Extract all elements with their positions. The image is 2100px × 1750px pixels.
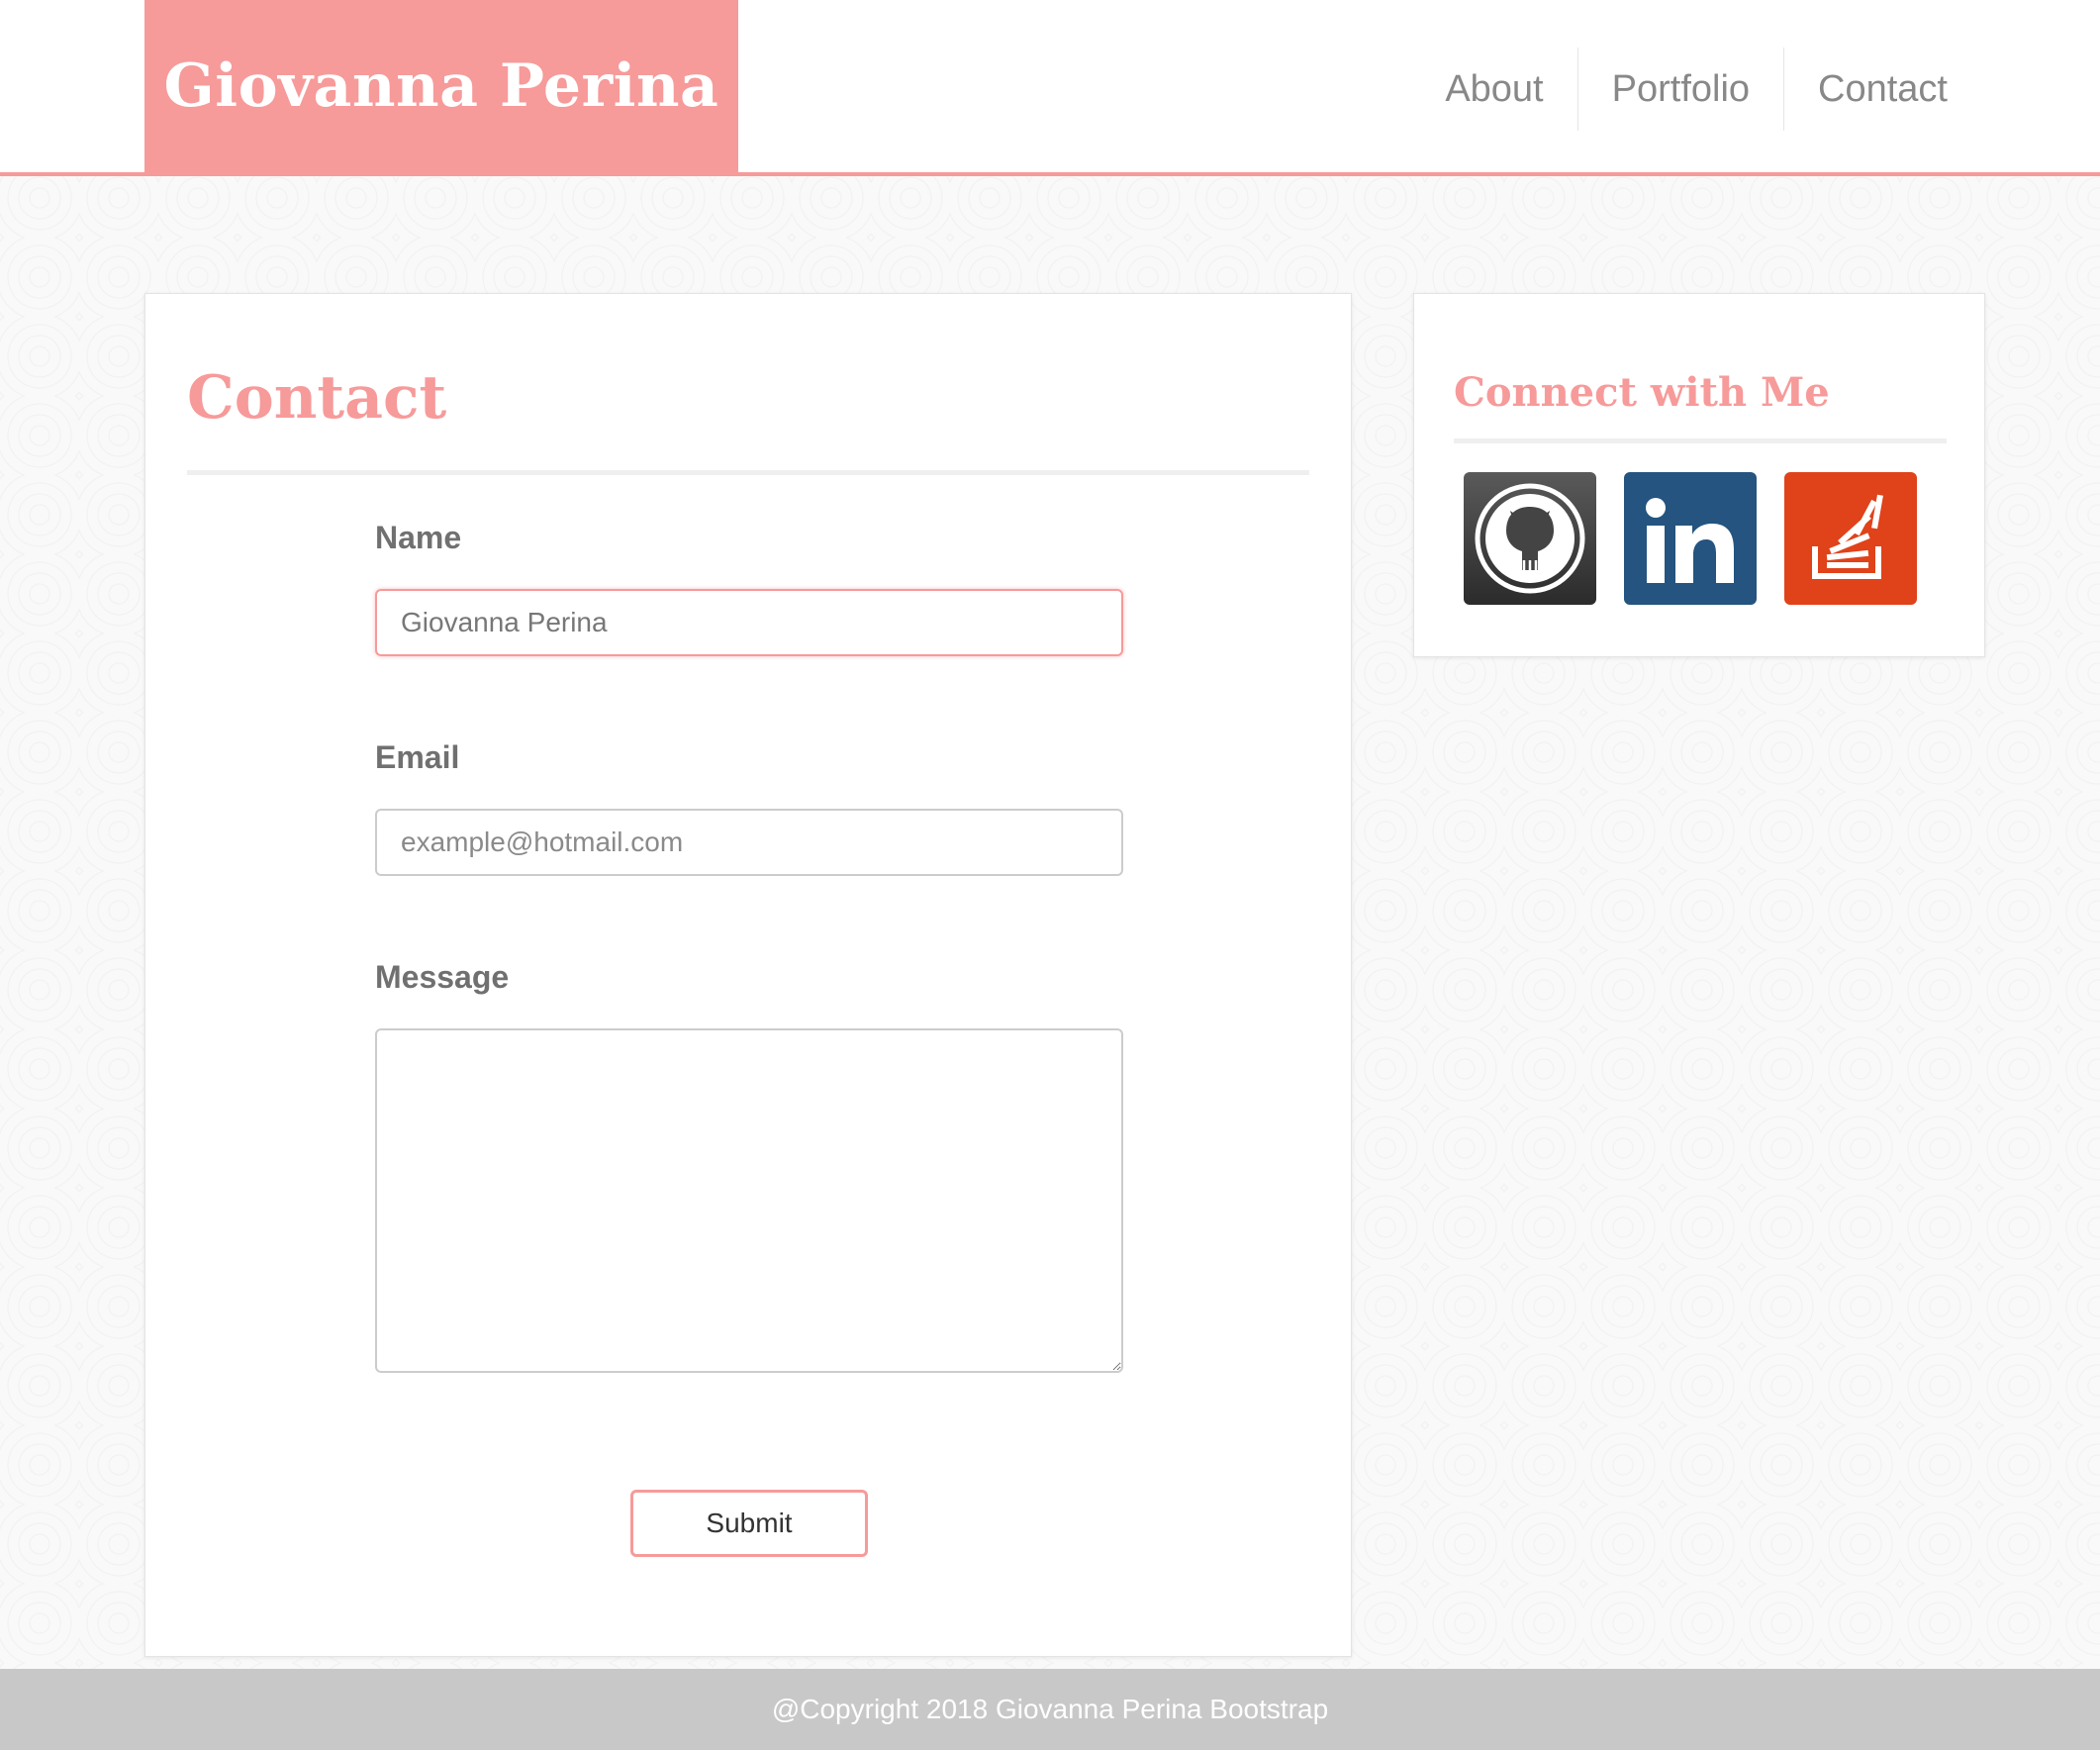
copyright-text: @Copyright 2018 Giovanna Perina Bootstra… <box>771 1694 1329 1724</box>
name-field[interactable] <box>375 589 1123 656</box>
contact-card: Contact Name Email Message Submit <box>144 293 1352 1657</box>
stackoverflow-icon <box>1812 494 1883 579</box>
connect-title: Connect with Me <box>1454 369 1830 416</box>
main-nav: About Portfolio Contact <box>1411 48 1981 131</box>
contact-title: Contact <box>187 363 447 433</box>
site-footer: @Copyright 2018 Giovanna Perina Bootstra… <box>0 1669 2100 1750</box>
nav-link-portfolio[interactable]: Portfolio <box>1578 48 1785 131</box>
submit-button[interactable]: Submit <box>630 1490 868 1557</box>
github-icon <box>1475 483 1585 594</box>
site-header: Giovanna Perina About Portfolio Contact <box>0 0 2100 176</box>
linkedin-link[interactable] <box>1624 472 1757 605</box>
email-label: Email <box>375 739 460 775</box>
stackoverflow-link[interactable] <box>1784 472 1917 605</box>
email-field[interactable] <box>375 809 1123 876</box>
message-label: Message <box>375 959 510 995</box>
nav-link-contact[interactable]: Contact <box>1784 48 1981 131</box>
nav-link-about[interactable]: About <box>1411 48 1578 131</box>
name-label: Name <box>375 520 462 555</box>
brand-name: Giovanna Perina <box>163 51 719 121</box>
message-field[interactable] <box>375 1028 1123 1373</box>
linkedin-icon <box>1646 498 1734 583</box>
connect-divider <box>1454 438 1947 443</box>
connect-card: Connect with Me <box>1413 293 1985 657</box>
brand-logo[interactable]: Giovanna Perina <box>144 0 738 172</box>
contact-divider <box>187 470 1309 475</box>
github-link[interactable] <box>1464 472 1596 605</box>
